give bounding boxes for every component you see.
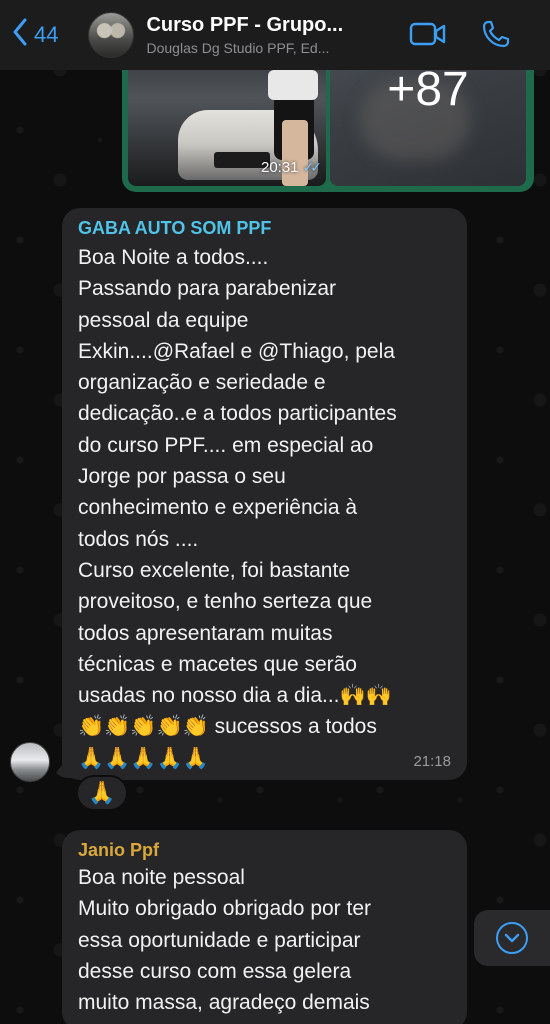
message-text: Boa Noite a todos.... Passando para parab… — [78, 242, 453, 711]
phone-icon — [481, 19, 511, 54]
message-line: Curso excelente, foi bastante — [78, 558, 350, 582]
media-timestamp: 20:31 ✓✓ — [260, 159, 323, 176]
read-ticks-icon: ✓✓ — [302, 159, 323, 175]
chat-header: 44 Curso PPF - Grupo... Douglas Dg Studi… — [0, 0, 550, 70]
sender-name[interactable]: GABA AUTO SOM PPF — [78, 218, 453, 239]
message-line: organização e seriedade e — [78, 371, 326, 395]
message-line: Boa noite pessoal — [78, 866, 245, 889]
message-line: desse curso com essa gelera — [78, 959, 352, 983]
video-call-button[interactable] — [409, 18, 447, 54]
message-time: 21:18 — [413, 753, 451, 770]
message-line: essa oportunidade e participar — [78, 928, 361, 952]
chevron-down-icon — [496, 922, 528, 954]
message-line: dedicação..e a todos participantes — [78, 402, 397, 426]
message-line: pessoal da equipe — [78, 308, 249, 332]
group-avatar[interactable] — [88, 12, 135, 58]
message-line-pray: 🙏🙏🙏🙏🙏 — [78, 746, 209, 770]
voice-call-button[interactable] — [478, 18, 514, 54]
chevron-left-icon — [12, 18, 28, 52]
message-line: técnicas e macetes que serão — [78, 652, 357, 676]
scroll-to-bottom-button[interactable] — [474, 910, 550, 966]
sender-avatar[interactable] — [10, 742, 50, 782]
group-members: Douglas Dg Studio PPF, Ed... — [146, 40, 330, 56]
person-legs — [282, 120, 308, 186]
message-line: Muito obrigado obrigado por ter — [78, 897, 372, 921]
message-line-clap: 👏👏👏👏👏 sucessos a todos — [78, 715, 377, 739]
message-line: conhecimento e experiência à — [78, 496, 358, 520]
video-call-icon — [409, 21, 447, 52]
message-text: Boa noite pessoal Muito obrigado obrigado… — [78, 862, 453, 1018]
group-info[interactable]: Curso PPF - Grupo... Douglas Dg Studio P… — [146, 14, 376, 56]
group-title: Curso PPF - Grupo... — [146, 14, 344, 36]
more-photos-count: +87 — [387, 63, 469, 116]
message-line: Exkin....@Rafael e @Thiago, pela — [78, 339, 395, 363]
message-line: usadas no nosso dia a dia...🙌🙌 — [78, 684, 392, 708]
media-time: 20:31 — [260, 159, 299, 176]
reaction-badge[interactable]: 🙏 — [76, 775, 128, 811]
message-line: todos apresentaram muitas — [78, 621, 333, 645]
sender-name[interactable]: Janio Ppf — [78, 840, 453, 861]
person-shirt — [268, 70, 318, 100]
message-bubble[interactable]: GABA AUTO SOM PPF Boa Noite a todos.... P… — [62, 208, 467, 780]
unread-count: 44 — [34, 22, 59, 47]
message-line: todos nós .... — [78, 527, 199, 551]
message-bubble[interactable]: Janio Ppf Boa noite pessoal Muito obrigad… — [62, 830, 467, 1024]
message-line: do curso PPF.... em especial ao — [78, 433, 374, 457]
back-button[interactable]: 44 — [12, 15, 58, 55]
message-line: muito massa, agradeço demais — [78, 991, 370, 1015]
message-line: Jorge por passa o seu — [78, 465, 286, 489]
message-line: proveitoso, e tenho serteza que — [78, 590, 373, 614]
message-line: Boa Noite a todos.... — [78, 246, 269, 269]
message-line: Passando para parabenizar — [78, 277, 337, 301]
